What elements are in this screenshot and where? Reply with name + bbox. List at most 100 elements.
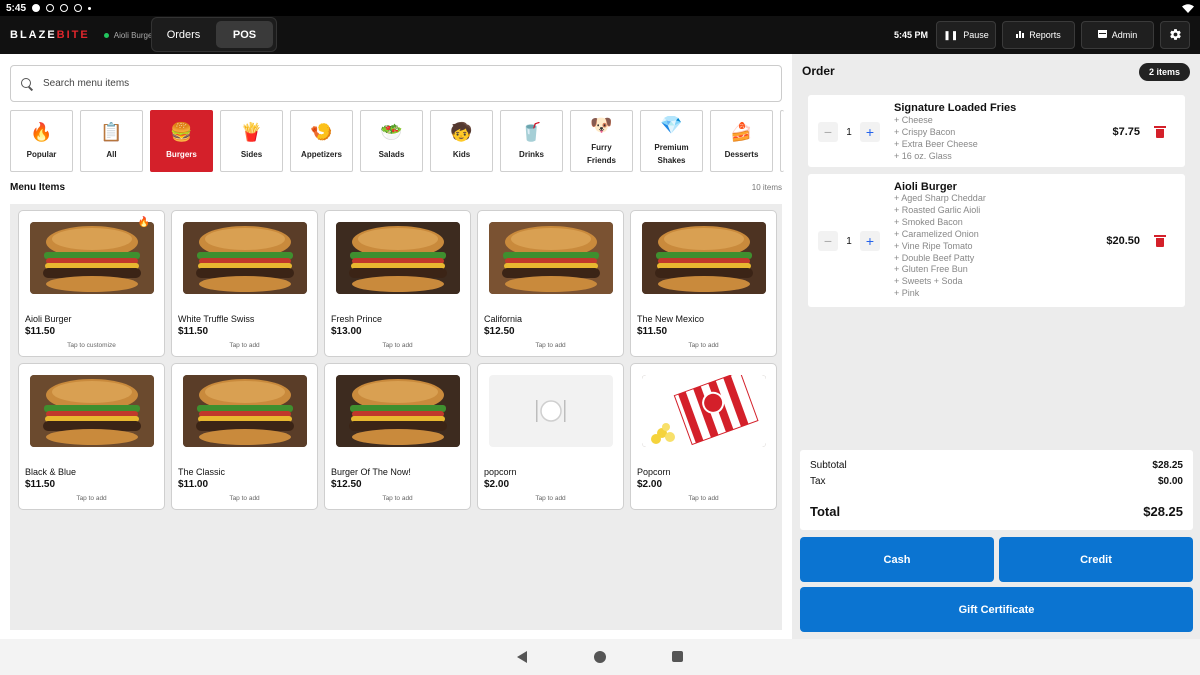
clipboard-icon: 📋 bbox=[100, 121, 123, 142]
category-appetizers[interactable]: 🍤 Appetizers bbox=[290, 110, 353, 172]
item-name: Popcorn bbox=[637, 467, 671, 477]
category-kids[interactable]: 🧒 Kids bbox=[430, 110, 493, 172]
order-panel: Order 2 items − 1 + Signature Loaded Fri… bbox=[792, 54, 1200, 639]
menu-item-card[interactable]: Black & Blue $11.50 Tap to add bbox=[18, 363, 165, 510]
pause-label: Pause bbox=[963, 30, 989, 40]
status-icons bbox=[32, 4, 92, 12]
item-hint: Tap to add bbox=[229, 495, 260, 502]
menu-item-card[interactable]: Popcorn $2.00 Tap to add bbox=[630, 363, 777, 510]
category-premium-shakes[interactable]: 💎 Premium Shakes bbox=[640, 110, 703, 172]
total-value: $28.25 bbox=[1143, 504, 1183, 519]
category-salads[interactable]: 🥗 Salads bbox=[360, 110, 423, 172]
decrease-quantity-button[interactable]: − bbox=[818, 231, 838, 251]
menu-item-card[interactable]: White Truffle Swiss $11.50 Tap to add bbox=[171, 210, 318, 357]
order-line[interactable]: − 1 + Signature Loaded Fries + Cheese + … bbox=[808, 95, 1185, 167]
item-price: $2.00 bbox=[484, 479, 510, 490]
modifier: + Gluten Free Bun bbox=[894, 264, 968, 275]
category-all[interactable]: 📋 All bbox=[80, 110, 143, 172]
gear-icon bbox=[1169, 28, 1182, 43]
order-line-name: Aioli Burger bbox=[894, 181, 957, 193]
menu-grid: 🔥 Aioli Burger $11.50 Tap to customize Whit… bbox=[18, 210, 777, 510]
category-label: Popular bbox=[26, 149, 57, 159]
item-hint: Tap to add bbox=[382, 342, 413, 349]
search-bar[interactable] bbox=[10, 65, 782, 102]
back-icon[interactable] bbox=[517, 651, 527, 663]
tax-label: Tax bbox=[810, 476, 826, 487]
menu-item-card[interactable]: Fresh Prince $13.00 Tap to add bbox=[324, 210, 471, 357]
subtotal-label: Subtotal bbox=[810, 460, 847, 471]
item-price: $11.00 bbox=[178, 479, 209, 490]
notification-dot-icon bbox=[88, 6, 92, 10]
modifier: + Vine Ripe Tomato bbox=[894, 240, 973, 251]
item-name: Aioli Burger bbox=[25, 314, 72, 324]
category-label: Appetizers bbox=[301, 149, 342, 159]
brand-logo: BLAZEBITE bbox=[10, 29, 90, 41]
category-furry-friends[interactable]: 🐶 Furry Friends bbox=[570, 110, 633, 172]
quantity-value: 1 bbox=[846, 235, 852, 247]
tab-orders[interactable]: Orders bbox=[155, 21, 212, 48]
category-popular[interactable]: 🔥 Popular bbox=[10, 110, 73, 172]
total-label: Total bbox=[810, 504, 841, 519]
check-icon bbox=[32, 4, 41, 12]
item-price: $13.00 bbox=[331, 326, 362, 337]
decrease-quantity-button[interactable]: − bbox=[818, 122, 838, 142]
item-name: Burger Of The Now! bbox=[331, 467, 411, 477]
menu-item-card[interactable]: California $12.50 Tap to add bbox=[477, 210, 624, 357]
category-label: Premium Shakes bbox=[654, 143, 689, 165]
home-icon[interactable] bbox=[594, 651, 606, 663]
menu-item-card[interactable]: Burger Of The Now! $12.50 Tap to add bbox=[324, 363, 471, 510]
item-price: $11.50 bbox=[25, 326, 56, 337]
menu-count: 10 items bbox=[751, 183, 782, 192]
menu-item-card[interactable]: The New Mexico $11.50 Tap to add bbox=[630, 210, 777, 357]
bar-chart-icon bbox=[1016, 30, 1025, 40]
category-more[interactable] bbox=[780, 110, 784, 172]
pause-button[interactable]: ❚❚ Pause bbox=[936, 21, 996, 49]
item-hint: Tap to add bbox=[76, 495, 107, 502]
search-input[interactable] bbox=[43, 78, 643, 89]
item-image bbox=[642, 222, 766, 294]
cash-button[interactable]: Cash bbox=[800, 537, 994, 582]
item-name: popcorn bbox=[484, 467, 517, 477]
order-title: Order bbox=[802, 64, 835, 78]
item-name: California bbox=[484, 314, 523, 324]
order-line-name: Signature Loaded Fries bbox=[894, 102, 1017, 114]
item-image bbox=[489, 222, 613, 294]
reports-label: Reports bbox=[1029, 30, 1061, 40]
menu-item-card[interactable]: popcorn $2.00 Tap to add bbox=[477, 363, 624, 510]
subtotal-row: Subtotal $28.25 bbox=[810, 460, 1183, 471]
menu-item-card[interactable]: The Classic $11.00 Tap to add bbox=[171, 363, 318, 510]
item-price: $11.50 bbox=[25, 479, 56, 490]
category-drinks[interactable]: 🥤 Drinks bbox=[500, 110, 563, 172]
status-time: 5:45 bbox=[6, 2, 27, 14]
header-clock: 5:45 PM bbox=[893, 30, 928, 40]
reports-button[interactable]: Reports bbox=[1002, 21, 1075, 49]
trash-icon[interactable] bbox=[1154, 235, 1166, 247]
tab-pos[interactable]: POS bbox=[216, 21, 273, 48]
burger-icon: 🍔 bbox=[170, 121, 193, 142]
order-line[interactable]: − 1 + Aioli Burger + Aged Sharp Cheddar … bbox=[808, 174, 1185, 307]
credit-button[interactable]: Credit bbox=[999, 537, 1193, 582]
gift-certificate-button[interactable]: Gift Certificate bbox=[800, 587, 1193, 632]
item-name: White Truffle Swiss bbox=[178, 314, 255, 324]
item-hint: Tap to add bbox=[535, 342, 566, 349]
item-image bbox=[30, 375, 154, 447]
brand-left: BLAZE bbox=[10, 29, 57, 41]
recent-apps-icon[interactable] bbox=[672, 651, 683, 662]
menu-panel: 🔥 Popular 📋 All 🍔 Burgers 🍟 Sides 🍤 Appetizer… bbox=[0, 54, 792, 639]
admin-button[interactable]: Admin bbox=[1081, 21, 1154, 49]
menu-header: Menu Items 10 items bbox=[10, 182, 782, 193]
menu-item-card[interactable]: 🔥 Aioli Burger $11.50 Tap to customize bbox=[18, 210, 165, 357]
category-desserts[interactable]: 🍰 Desserts bbox=[710, 110, 773, 172]
category-sides[interactable]: 🍟 Sides bbox=[220, 110, 283, 172]
settings-button[interactable] bbox=[1160, 21, 1190, 49]
category-burgers[interactable]: 🍔 Burgers bbox=[150, 110, 213, 172]
order-line-modifiers: + Aged Sharp Cheddar + Roasted Garlic Ai… bbox=[894, 193, 986, 300]
category-label: Burgers bbox=[166, 149, 197, 159]
quantity-stepper: − 1 + bbox=[818, 231, 880, 251]
brand-right: BITE bbox=[56, 29, 90, 41]
increase-quantity-button[interactable]: + bbox=[860, 122, 880, 142]
app-header: BLAZEBITE Aioli Burgers Orders POS 5:45 … bbox=[0, 16, 1200, 54]
item-price: $12.50 bbox=[331, 479, 362, 490]
trash-icon[interactable] bbox=[1154, 126, 1166, 138]
increase-quantity-button[interactable]: + bbox=[860, 231, 880, 251]
